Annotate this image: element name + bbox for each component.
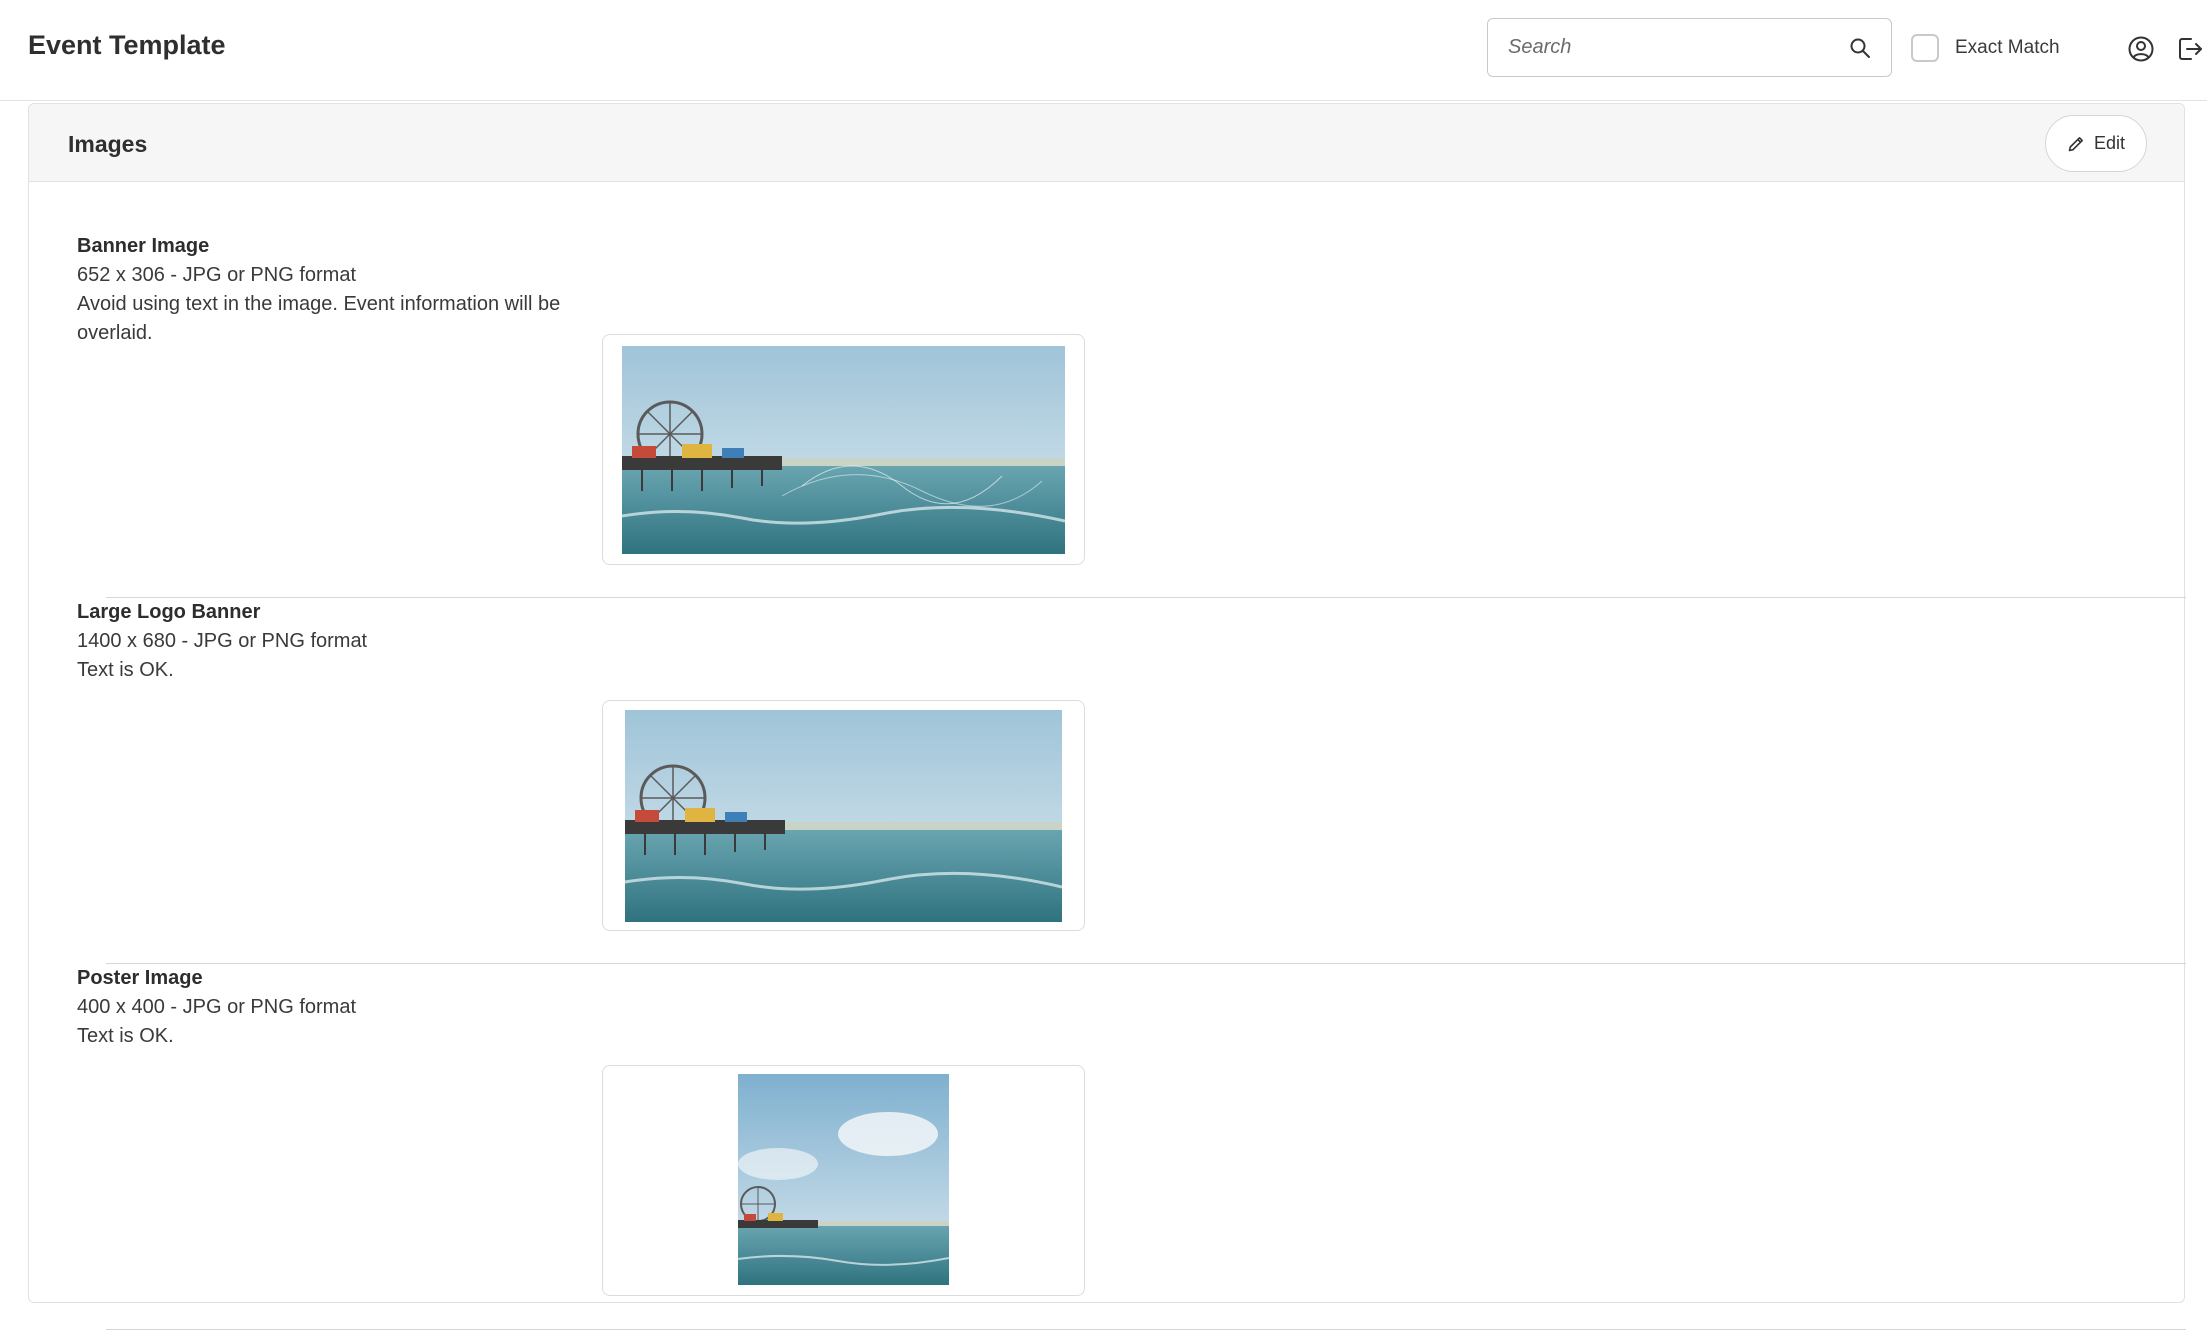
image-row-title: Large Logo Banner — [77, 601, 261, 623]
image-row-note: Avoid using text in the image. Event inf… — [77, 293, 561, 344]
image-row-title: Poster Image — [77, 967, 203, 989]
image-row-description: Poster Image 400 x 400 - JPG or PNG form… — [77, 964, 567, 1051]
image-row-spec: 400 x 400 - JPG or PNG format — [77, 996, 356, 1018]
image-row-spec: 652 x 306 - JPG or PNG format — [77, 264, 356, 286]
image-row-banner: Banner Image 652 x 306 - JPG or PNG form… — [29, 232, 2186, 598]
images-card: Images Edit Banner Image 652 x 306 - JPG… — [28, 103, 2186, 1330]
image-row-note: Text is OK. — [77, 659, 174, 681]
image-row-poster: Poster Image 400 x 400 - JPG or PNG form… — [29, 964, 2186, 1330]
image-row-description: Banner Image 652 x 306 - JPG or PNG form… — [77, 232, 567, 348]
user-icon[interactable] — [2127, 35, 2155, 63]
search-box[interactable] — [1487, 18, 1892, 77]
pier-photo — [622, 346, 1065, 554]
image-row-title: Banner Image — [77, 235, 210, 257]
search-icon[interactable] — [1849, 37, 1871, 59]
edit-button[interactable]: Edit — [2045, 115, 2147, 172]
top-bar: Event Template Exact Match — [0, 0, 2207, 101]
image-thumbnail-frame — [602, 700, 1085, 931]
images-section-title: Images — [68, 131, 148, 157]
image-thumbnail-frame — [602, 334, 1085, 565]
image-row-spec: 1400 x 680 - JPG or PNG format — [77, 630, 368, 652]
pier-photo — [625, 710, 1062, 922]
logout-icon[interactable] — [2176, 35, 2204, 63]
pier-photo — [738, 1074, 949, 1285]
edit-button-label: Edit — [2093, 133, 2126, 153]
exact-match-label[interactable]: Exact Match — [1955, 37, 2060, 59]
pencil-icon — [2068, 136, 2083, 151]
image-thumbnail-frame — [602, 1065, 1085, 1296]
image-row-large-logo-banner: Large Logo Banner 1400 x 680 - JPG or PN… — [29, 598, 2186, 964]
image-row-note: Text is OK. — [77, 1025, 174, 1047]
exact-match-checkbox[interactable] — [1911, 34, 1939, 62]
images-card-header: Images Edit — [29, 104, 2184, 182]
image-row-description: Large Logo Banner 1400 x 680 - JPG or PN… — [77, 598, 567, 685]
page-title: Event Template — [28, 30, 226, 60]
search-input[interactable] — [1508, 19, 1838, 76]
